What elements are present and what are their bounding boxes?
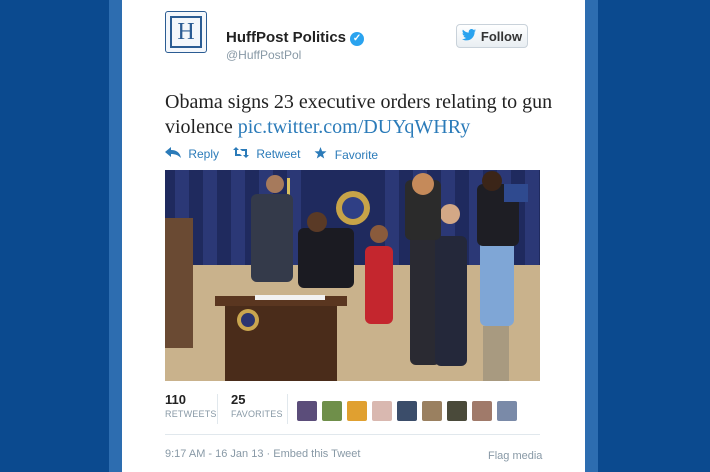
- reply-action[interactable]: Reply: [165, 147, 219, 162]
- tweet-text: Obama signs 23 executive orders relating…: [165, 90, 565, 140]
- retweet-stat-label: RETWEETS: [165, 409, 217, 419]
- favorite-action[interactable]: Favorite: [314, 147, 378, 162]
- user-avatar[interactable]: [297, 401, 317, 421]
- user-avatar[interactable]: [447, 401, 467, 421]
- user-avatar[interactable]: [372, 401, 392, 421]
- embed-tweet-link[interactable]: Embed this Tweet: [273, 448, 360, 460]
- user-avatar[interactable]: [422, 401, 442, 421]
- author-handle[interactable]: @HuffPostPol: [226, 48, 301, 62]
- tweet-meta: 9:17 AM - 16 Jan 13 · Embed this Tweet: [165, 448, 360, 460]
- follow-label: Follow: [480, 28, 523, 44]
- page-background-right: [598, 0, 710, 472]
- user-avatar[interactable]: [397, 401, 417, 421]
- author-name[interactable]: HuffPost Politics ✓: [226, 29, 365, 46]
- meta-separator: ·: [263, 448, 274, 460]
- tweet-timestamp[interactable]: 9:17 AM - 16 Jan 13: [165, 448, 263, 460]
- flag-media-link[interactable]: Flag media: [488, 450, 542, 462]
- footer-divider: [165, 434, 540, 435]
- author-name-text: HuffPost Politics: [226, 29, 347, 46]
- verified-badge-icon: ✓: [350, 32, 365, 46]
- favorite-count: 25: [231, 392, 246, 407]
- stats-divider: [217, 394, 218, 424]
- user-avatar[interactable]: [322, 401, 342, 421]
- tweet-media-link[interactable]: pic.twitter.com/DUYqWHRy: [238, 116, 471, 138]
- avatar-logo: H: [170, 16, 202, 48]
- avatar[interactable]: H: [165, 11, 207, 53]
- frame-border-left: [109, 0, 122, 472]
- user-avatar[interactable]: [472, 401, 492, 421]
- favoriters-avatars: [297, 401, 517, 421]
- frame-border-right: [585, 0, 598, 472]
- retweet-action[interactable]: Retweet: [233, 147, 300, 162]
- tweet-actions: Reply Retweet Favorite: [165, 147, 378, 162]
- favorite-stat-label: FAVORITES: [231, 409, 283, 419]
- user-avatar[interactable]: [497, 401, 517, 421]
- favorite-label: Favorite: [334, 148, 379, 162]
- retweet-icon: [233, 147, 252, 161]
- follow-button[interactable]: Follow: [456, 24, 528, 48]
- page-background-left: [0, 0, 112, 472]
- retweet-count: 110: [165, 392, 186, 407]
- retweet-stat[interactable]: 110 RETWEETS: [165, 392, 217, 419]
- stats-divider: [287, 394, 288, 424]
- tweet-stats: 110 RETWEETS 25 FAVORITES: [165, 392, 540, 432]
- tweet-card: H HuffPost Politics ✓ @HuffPostPol Follow…: [122, 0, 585, 472]
- reply-label: Reply: [188, 147, 220, 161]
- favorite-stat[interactable]: 25 FAVORITES: [231, 392, 283, 419]
- retweet-label: Retweet: [256, 147, 301, 161]
- star-icon: [314, 147, 330, 162]
- tweet-photo[interactable]: [165, 170, 540, 381]
- reply-arrow-icon: [165, 147, 184, 161]
- twitter-bird-icon: [461, 28, 476, 44]
- user-avatar[interactable]: [347, 401, 367, 421]
